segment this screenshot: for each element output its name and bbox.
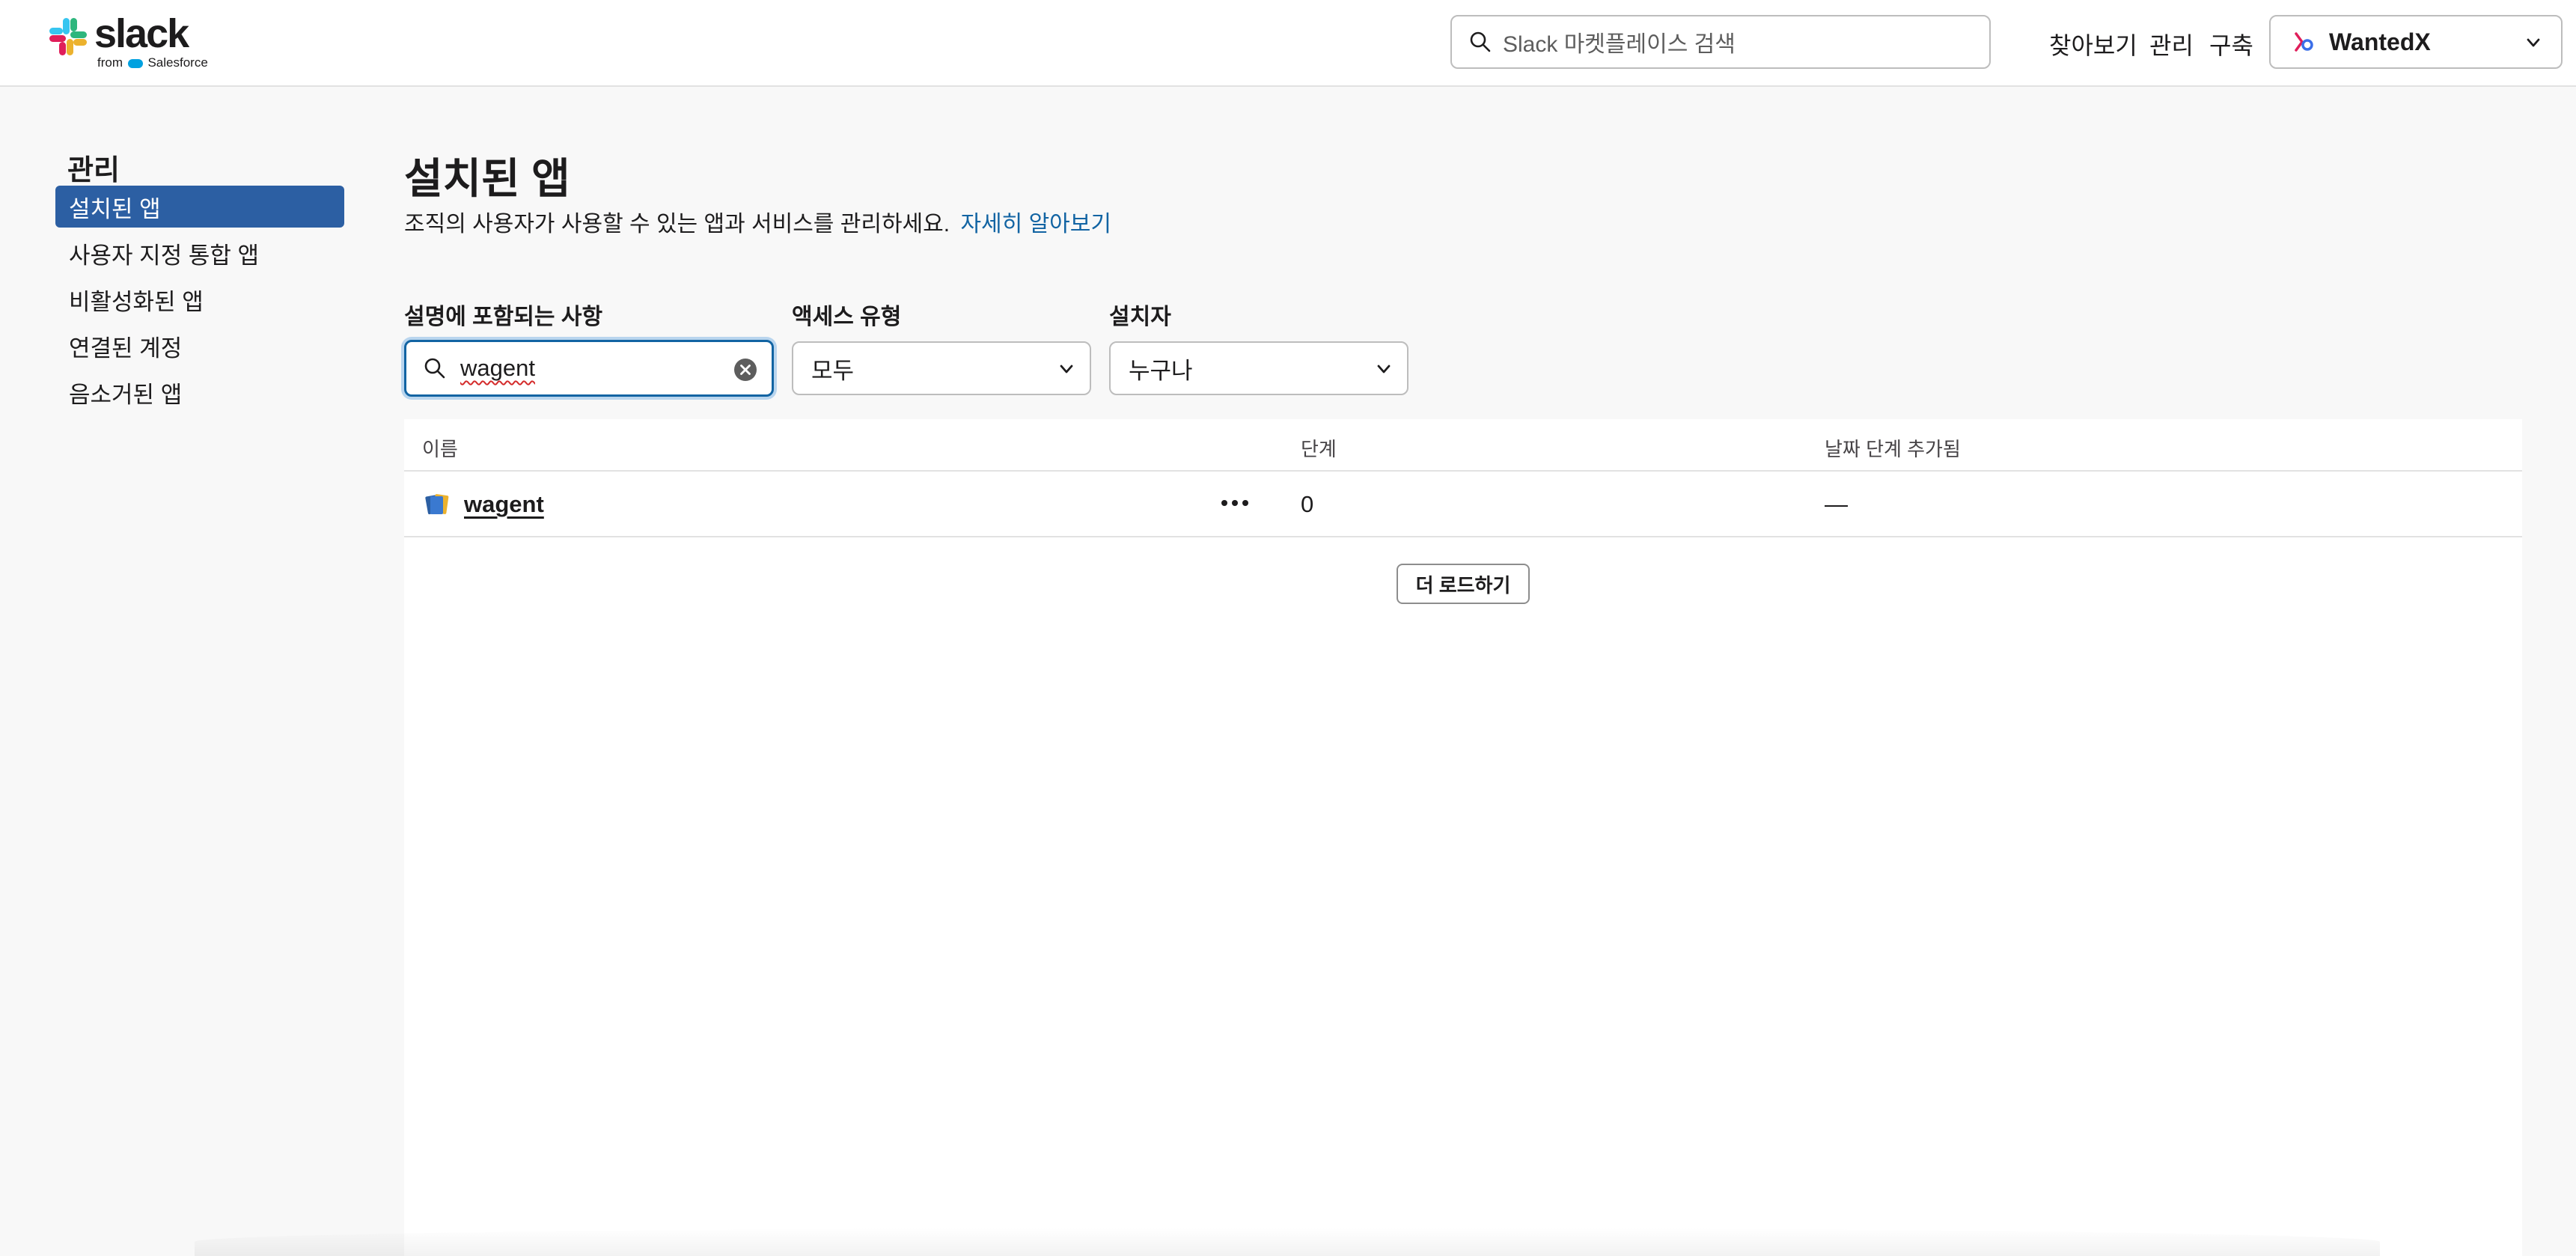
slack-logo[interactable]: slack from Salesforce: [48, 11, 208, 73]
nav-browse[interactable]: 찾아보기: [2049, 27, 2137, 61]
load-more-button[interactable]: 더 로드하기: [1397, 564, 1530, 604]
description-search-input[interactable]: wagent: [404, 340, 774, 397]
workspace-icon: [2295, 32, 2313, 52]
installer-label: 설치자: [1109, 305, 1171, 329]
workspace-name: WantedX: [2329, 28, 2431, 55]
nav-build[interactable]: 구축: [2209, 27, 2253, 61]
slack-wordmark: slack: [94, 11, 189, 56]
access-type-value: 모두: [811, 357, 855, 384]
bottom-shadow: [195, 1228, 2380, 1256]
search-filter-label: 설명에 포함되는 사항: [404, 305, 603, 329]
app-stage: 0: [1301, 491, 1314, 517]
marketplace-search-input[interactable]: Slack 마켓플레이스 검색: [1450, 15, 1991, 69]
page-description-text: 조직의 사용자가 사용할 수 있는 앱과 서비스를 관리하세요.: [404, 212, 950, 237]
column-header-stage: 단계: [1301, 438, 1337, 460]
slack-logo-icon: [49, 18, 87, 55]
sidebar-item-muted-apps[interactable]: 음소거된 앱: [55, 371, 344, 413]
sidebar-heading: 관리: [67, 155, 120, 186]
sidebar-item-label: 설치된 앱: [69, 195, 161, 222]
sidebar-item-label: 음소거된 앱: [69, 381, 183, 408]
sidebar-item-connected-accounts[interactable]: 연결된 계정: [55, 325, 344, 367]
installer-value: 누구나: [1129, 357, 1193, 384]
app-name-link[interactable]: wagent: [464, 491, 544, 518]
installer-select[interactable]: 누구나: [1109, 341, 1408, 395]
app-date-added: —: [1825, 491, 1848, 517]
more-actions-button[interactable]: [1214, 485, 1256, 521]
salesforce-cloud-icon: [127, 58, 143, 68]
more-horizontal-icon: [1221, 500, 1248, 506]
learn-more-link[interactable]: 자세히 알아보기: [960, 212, 1111, 237]
sidebar-item-label: 비활성화된 앱: [69, 288, 204, 315]
sidebar-item-disabled-apps[interactable]: 비활성화된 앱: [55, 278, 344, 320]
sidebar-item-installed-apps[interactable]: 설치된 앱: [55, 186, 344, 228]
chevron-down-icon: [2527, 38, 2540, 47]
tagline-from: from: [97, 55, 123, 70]
table-row: wagent 0 —: [404, 472, 2522, 537]
apps-table: 이름 단계 날짜 단계 추가됨 wagent 0 — 더 로드하기: [404, 419, 2522, 1256]
tagline-company: Salesforce: [147, 55, 208, 70]
description-search-value: wagent: [460, 355, 535, 381]
page-title: 설치된 앱: [404, 155, 570, 202]
chevron-down-icon: [1060, 365, 1073, 374]
clear-search-icon[interactable]: [733, 357, 758, 382]
sidebar-item-label: 사용자 지정 통합 앱: [69, 242, 259, 269]
access-type-select[interactable]: 모두: [792, 341, 1091, 395]
chevron-down-icon: [1377, 365, 1391, 374]
column-header-date-added: 날짜 단계 추가됨: [1825, 438, 1961, 460]
search-icon: [1470, 31, 1491, 52]
page-description: 조직의 사용자가 사용할 수 있는 앱과 서비스를 관리하세요. 자세히 알아보…: [404, 205, 1111, 238]
search-icon: [424, 358, 445, 379]
app-icon: [425, 494, 449, 515]
top-bar: slack from Salesforce Slack 마켓플레이스 검색 찾아…: [0, 0, 2576, 87]
column-header-name: 이름: [422, 438, 458, 460]
workspace-switcher[interactable]: WantedX: [2269, 15, 2563, 69]
marketplace-search-placeholder: Slack 마켓플레이스 검색: [1503, 32, 1736, 57]
sidebar-item-custom-integrations[interactable]: 사용자 지정 통합 앱: [55, 232, 344, 274]
access-type-label: 액세스 유형: [792, 305, 902, 329]
sidebar-item-label: 연결된 계정: [69, 335, 183, 362]
nav-manage[interactable]: 관리: [2149, 27, 2194, 61]
salesforce-tagline: from Salesforce: [97, 55, 208, 70]
table-header: 이름 단계 날짜 단계 추가됨: [404, 419, 2522, 472]
